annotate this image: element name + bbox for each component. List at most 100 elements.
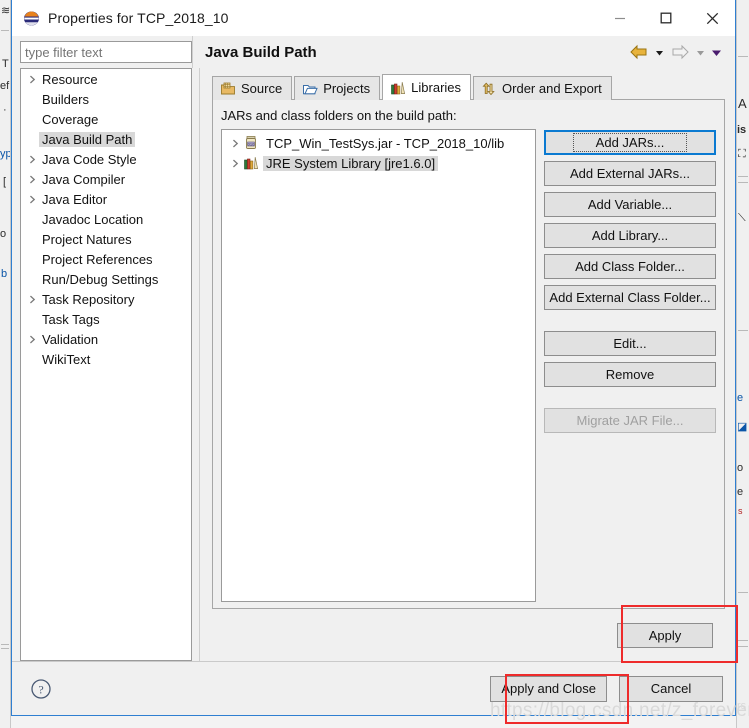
reorder-arrows-icon (481, 81, 497, 97)
tab-bar: Source Projects Libraries Order and Export (212, 74, 725, 100)
sidebar-item-label: Project References (42, 251, 153, 267)
sidebar-item-wikitext[interactable]: WikiText (21, 349, 191, 369)
background-ide-left-strip: ≋ T ef · yp [ o b (0, 0, 11, 728)
tab-libraries[interactable]: Libraries (382, 74, 472, 100)
jars-row: 010 TCP_Win_TestSys.jar - TCP_2018_10/lib… (221, 129, 716, 602)
chevron-right-icon[interactable] (25, 335, 39, 344)
footer-buttons: Apply and Close Cancel (490, 675, 723, 702)
cancel-button[interactable]: Cancel (619, 675, 723, 702)
sidebar-item-task-tags[interactable]: Task Tags (21, 309, 191, 329)
libraries-button-column: Add JARs... Add External JARs... Add Varia… (544, 129, 716, 602)
edit-button[interactable]: Edit... (544, 331, 716, 356)
apply-row: Apply (212, 609, 725, 661)
properties-dialog: Properties for TCP_2018_10 Java Build Pa… (11, 0, 736, 716)
sidebar-item-java-code-style[interactable]: Java Code Style (21, 149, 191, 169)
search-input[interactable] (20, 41, 192, 63)
sidebar-item-project-natures[interactable]: Project Natures (21, 229, 191, 249)
sidebar-item-coverage[interactable]: Coverage (21, 109, 191, 129)
sidebar-item-label: Java Build Path (39, 131, 136, 147)
sidebar-item-label: Coverage (42, 111, 99, 127)
chevron-right-icon[interactable] (25, 295, 39, 304)
sidebar-item-validation[interactable]: Validation (21, 329, 191, 349)
sidebar-item-run-debug-settings[interactable]: Run/Debug Settings (21, 269, 191, 289)
button-label: Migrate JAR File... (576, 413, 684, 428)
button-label: Remove (605, 367, 655, 382)
sidebar-item-label: Task Repository (42, 291, 135, 307)
build-path-entry-label: TCP_Win_TestSys.jar - TCP_2018_10/lib (266, 135, 505, 151)
sidebar-item-label: Task Tags (42, 311, 100, 327)
books-icon (390, 80, 406, 96)
sidebar-item-label: Project Natures (42, 231, 132, 247)
chevron-right-icon[interactable] (25, 75, 39, 84)
dialog-body: Resource Builders Coverage Java Build Path J… (12, 68, 735, 661)
view-menu-chevron-down-icon[interactable] (710, 45, 723, 59)
add-variable-button[interactable]: Add Variable... (544, 192, 716, 217)
tab-label: Projects (323, 81, 371, 96)
sidebar-item-javadoc-location[interactable]: Javadoc Location (21, 209, 191, 229)
migrate-jar-file-button: Migrate JAR File... (544, 408, 716, 433)
navigation-buttons (628, 43, 735, 61)
source-folder-icon (220, 81, 236, 97)
sidebar-item-java-editor[interactable]: Java Editor (21, 189, 191, 209)
chevron-right-icon[interactable] (228, 139, 242, 148)
build-path-entry[interactable]: 010 TCP_Win_TestSys.jar - TCP_2018_10/lib (224, 133, 533, 153)
jars-list-label: JARs and class folders on the build path… (221, 108, 457, 123)
button-group-separator (544, 393, 716, 402)
window-controls (597, 0, 735, 36)
svg-text:010: 010 (248, 141, 255, 146)
sidebar-item-resource[interactable]: Resource (21, 69, 191, 89)
close-button[interactable] (689, 0, 735, 36)
apply-and-close-button[interactable]: Apply and Close (490, 675, 607, 702)
build-path-entry[interactable]: JRE System Library [jre1.6.0] (224, 153, 533, 173)
add-jars-button[interactable]: Add JARs... (544, 130, 716, 155)
jar-icon: 010 (243, 135, 259, 151)
window-title: Properties for TCP_2018_10 (48, 10, 229, 26)
button-label: Add Library... (591, 228, 669, 243)
build-path-pane: Source Projects Libraries Order and Export … (200, 68, 735, 661)
settings-sidebar: Resource Builders Coverage Java Build Path J… (12, 68, 200, 661)
tab-source[interactable]: Source (212, 76, 293, 100)
sidebar-item-label: Java Code Style (42, 151, 137, 167)
sidebar-item-java-build-path[interactable]: Java Build Path (21, 129, 191, 149)
add-class-folder-button[interactable]: Add Class Folder... (544, 254, 716, 279)
sidebar-item-java-compiler[interactable]: Java Compiler (21, 169, 191, 189)
chevron-right-icon[interactable] (25, 155, 39, 164)
button-label: Edit... (613, 336, 647, 351)
tab-label: Source (241, 81, 283, 96)
remove-button[interactable]: Remove (544, 362, 716, 387)
books-icon (243, 155, 259, 171)
chevron-right-icon[interactable] (228, 159, 242, 168)
apply-button[interactable]: Apply (617, 622, 713, 648)
button-group-separator (544, 316, 716, 325)
help-icon[interactable]: ? (30, 678, 52, 700)
tab-label: Libraries (411, 80, 462, 95)
button-label: Add External Class Folder... (549, 290, 711, 305)
add-external-jars-button[interactable]: Add External JARs... (544, 161, 716, 186)
add-library-button[interactable]: Add Library... (544, 223, 716, 248)
libraries-tab-content: JARs and class folders on the build path… (212, 100, 725, 609)
tab-order-and-export[interactable]: Order and Export (473, 76, 612, 100)
sidebar-item-label: Validation (42, 331, 99, 347)
back-arrow-icon[interactable] (628, 43, 650, 61)
chevron-right-icon[interactable] (25, 195, 39, 204)
chevron-right-icon[interactable] (25, 175, 39, 184)
sidebar-item-label: Java Editor (42, 191, 108, 207)
button-label: Add JARs... (572, 133, 688, 152)
sidebar-item-project-references[interactable]: Project References (21, 249, 191, 269)
sidebar-item-builders[interactable]: Builders (21, 89, 191, 109)
minimize-button[interactable] (597, 0, 643, 36)
page-title: Java Build Path (205, 43, 317, 61)
sidebar-item-label: Resource (42, 71, 98, 87)
add-external-class-folder-button[interactable]: Add External Class Folder... (544, 285, 716, 310)
build-path-entries-tree[interactable]: 010 TCP_Win_TestSys.jar - TCP_2018_10/lib… (221, 129, 536, 602)
title-bar: Properties for TCP_2018_10 (12, 0, 735, 36)
sidebar-item-label: Java Compiler (42, 171, 126, 187)
maximize-button[interactable] (643, 0, 689, 36)
dialog-top-row: Java Build Path (12, 36, 735, 68)
settings-tree[interactable]: Resource Builders Coverage Java Build Path J… (20, 68, 192, 661)
back-dropdown-chevron-down-icon[interactable] (653, 45, 666, 59)
forward-arrow-icon (669, 43, 691, 61)
sidebar-item-task-repository[interactable]: Task Repository (21, 289, 191, 309)
filter-area (12, 36, 192, 68)
tab-projects[interactable]: Projects (294, 76, 381, 100)
